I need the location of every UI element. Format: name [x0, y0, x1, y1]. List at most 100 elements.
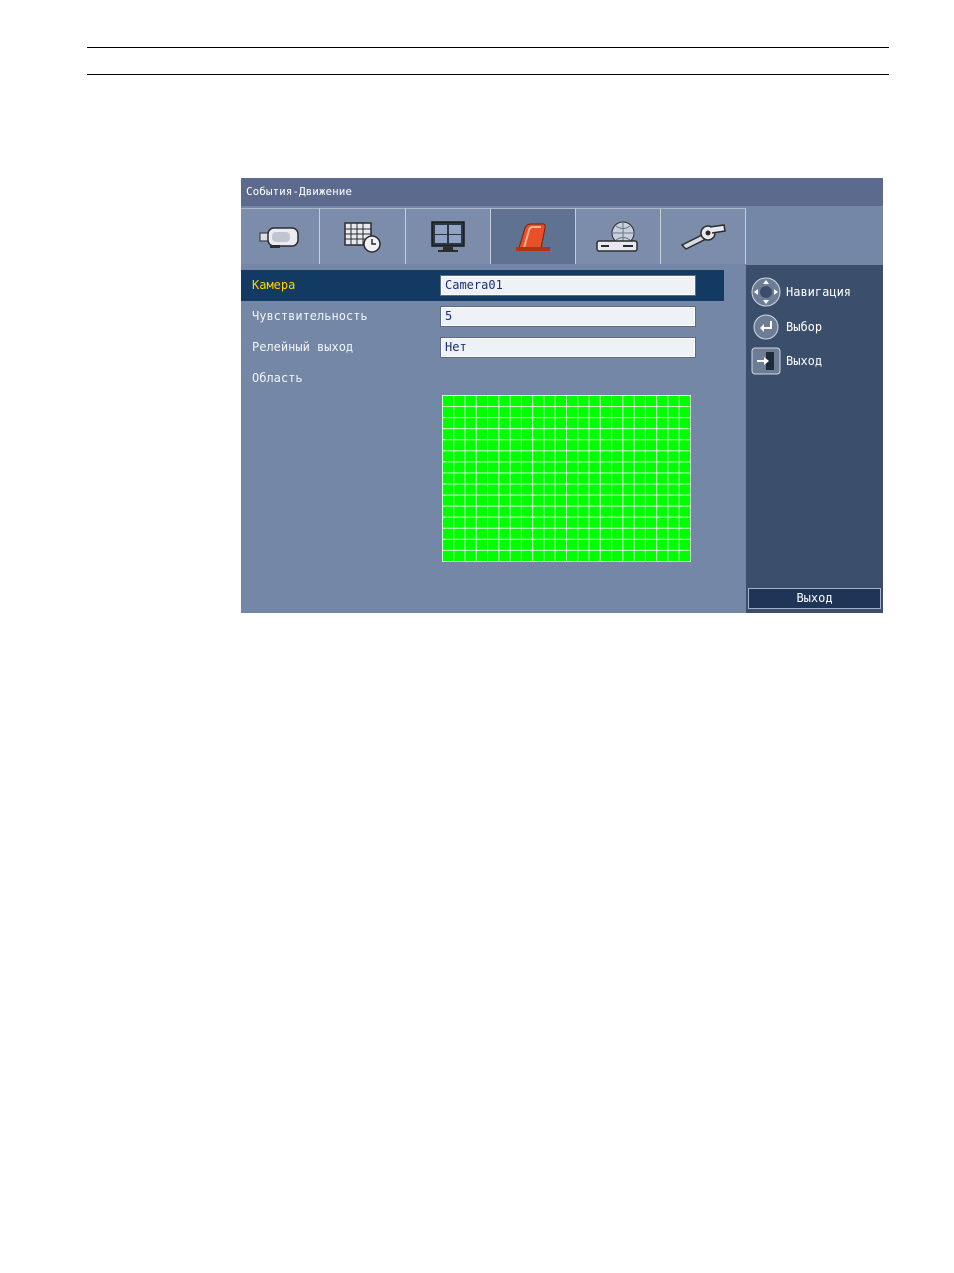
motion-grid-cell[interactable]: [667, 450, 680, 463]
motion-grid-cell[interactable]: [453, 450, 466, 463]
motion-grid-cell[interactable]: [442, 417, 455, 430]
motion-grid-cell[interactable]: [498, 439, 511, 452]
motion-grid-cell[interactable]: [487, 428, 500, 441]
motion-grid-cell[interactable]: [498, 549, 511, 562]
motion-grid-cell[interactable]: [656, 395, 669, 408]
motion-grid-cell[interactable]: [588, 428, 601, 441]
motion-grid-cell[interactable]: [520, 461, 534, 474]
motion-grid-cell[interactable]: [577, 494, 590, 507]
motion-grid-cell[interactable]: [644, 505, 658, 518]
motion-grid-cell[interactable]: [475, 538, 489, 551]
motion-grid-cell[interactable]: [475, 439, 489, 452]
motion-grid-cell[interactable]: [566, 505, 579, 518]
motion-grid-cell[interactable]: [509, 549, 522, 562]
motion-grid-cell[interactable]: [554, 516, 568, 529]
motion-grid-cell[interactable]: [442, 549, 455, 562]
motion-grid-cell[interactable]: [611, 450, 624, 463]
motion-grid-cell[interactable]: [453, 549, 466, 562]
motion-grid-cell[interactable]: [442, 395, 455, 408]
motion-grid-cell[interactable]: [588, 461, 601, 474]
motion-grid-cell[interactable]: [633, 483, 646, 496]
motion-grid-cell[interactable]: [633, 505, 646, 518]
motion-grid-cell[interactable]: [577, 439, 590, 452]
motion-grid-cell[interactable]: [509, 538, 522, 551]
motion-grid-cell[interactable]: [475, 428, 489, 441]
motion-grid-cell[interactable]: [487, 516, 500, 529]
motion-grid-cell[interactable]: [520, 516, 534, 529]
motion-grid-cell[interactable]: [554, 461, 568, 474]
motion-grid-cell[interactable]: [487, 527, 500, 540]
motion-grid-cell[interactable]: [453, 439, 466, 452]
motion-grid-cell[interactable]: [475, 505, 489, 518]
motion-grid-canvas[interactable]: [442, 395, 691, 562]
motion-grid-cell[interactable]: [509, 516, 522, 529]
motion-grid-cell[interactable]: [633, 395, 646, 408]
motion-grid-cell[interactable]: [577, 483, 590, 496]
motion-grid-cell[interactable]: [554, 428, 568, 441]
motion-grid-cell[interactable]: [599, 472, 613, 485]
motion-grid-cell[interactable]: [442, 516, 455, 529]
motion-grid-cell[interactable]: [554, 406, 568, 419]
motion-grid-cell[interactable]: [622, 516, 635, 529]
motion-grid-cell[interactable]: [656, 406, 669, 419]
motion-grid-cell[interactable]: [678, 461, 691, 474]
motion-grid-cell[interactable]: [644, 461, 658, 474]
motion-grid-cell[interactable]: [532, 450, 545, 463]
motion-grid-cell[interactable]: [656, 439, 669, 452]
motion-grid-cell[interactable]: [611, 428, 624, 441]
motion-grid-cell[interactable]: [599, 439, 613, 452]
motion-grid-cell[interactable]: [520, 472, 534, 485]
motion-grid-cell[interactable]: [667, 549, 680, 562]
motion-grid-cell[interactable]: [678, 538, 691, 551]
motion-grid-cell[interactable]: [611, 538, 624, 551]
motion-grid-cell[interactable]: [464, 395, 477, 408]
motion-grid-cell[interactable]: [487, 417, 500, 430]
motion-grid-cell[interactable]: [577, 549, 590, 562]
motion-grid-cell[interactable]: [554, 527, 568, 540]
motion-grid-cell[interactable]: [543, 428, 556, 441]
motion-grid-cell[interactable]: [644, 406, 658, 419]
motion-grid-cell[interactable]: [622, 505, 635, 518]
motion-grid-cell[interactable]: [577, 406, 590, 419]
tab-network[interactable]: [576, 208, 661, 264]
motion-grid-cell[interactable]: [442, 406, 455, 419]
motion-grid-cell[interactable]: [532, 417, 545, 430]
motion-grid-cell[interactable]: [644, 395, 658, 408]
tab-camera[interactable]: [241, 208, 320, 264]
motion-grid-cell[interactable]: [543, 483, 556, 496]
motion-grid-cell[interactable]: [509, 494, 522, 507]
motion-grid-cell[interactable]: [667, 406, 680, 419]
motion-grid-cell[interactable]: [442, 483, 455, 496]
motion-grid-cell[interactable]: [588, 450, 601, 463]
motion-grid-cell[interactable]: [622, 549, 635, 562]
motion-grid-cell[interactable]: [633, 439, 646, 452]
motion-grid-cell[interactable]: [644, 527, 658, 540]
motion-grid-cell[interactable]: [566, 450, 579, 463]
motion-grid-cell[interactable]: [678, 472, 691, 485]
motion-grid-cell[interactable]: [520, 428, 534, 441]
motion-grid-cell[interactable]: [577, 428, 590, 441]
motion-grid-cell[interactable]: [678, 483, 691, 496]
motion-grid-cell[interactable]: [633, 549, 646, 562]
motion-grid-cell[interactable]: [442, 505, 455, 518]
motion-grid-cell[interactable]: [498, 505, 511, 518]
motion-grid-cell[interactable]: [520, 505, 534, 518]
motion-grid-cell[interactable]: [599, 538, 613, 551]
motion-grid-cell[interactable]: [520, 538, 534, 551]
motion-grid-cell[interactable]: [554, 538, 568, 551]
camera-row[interactable]: Камера Camera01: [241, 270, 724, 301]
motion-grid-cell[interactable]: [464, 461, 477, 474]
motion-grid-cell[interactable]: [611, 549, 624, 562]
exit-button[interactable]: Выход: [748, 588, 881, 609]
motion-grid-cell[interactable]: [667, 417, 680, 430]
motion-grid-cell[interactable]: [464, 417, 477, 430]
motion-grid-cell[interactable]: [622, 417, 635, 430]
motion-grid-cell[interactable]: [667, 395, 680, 408]
motion-grid-cell[interactable]: [554, 450, 568, 463]
motion-grid-cell[interactable]: [566, 439, 579, 452]
motion-grid-cell[interactable]: [442, 472, 455, 485]
motion-grid-cell[interactable]: [487, 505, 500, 518]
motion-grid-cell[interactable]: [464, 538, 477, 551]
motion-grid-cell[interactable]: [453, 505, 466, 518]
motion-grid-cell[interactable]: [577, 505, 590, 518]
